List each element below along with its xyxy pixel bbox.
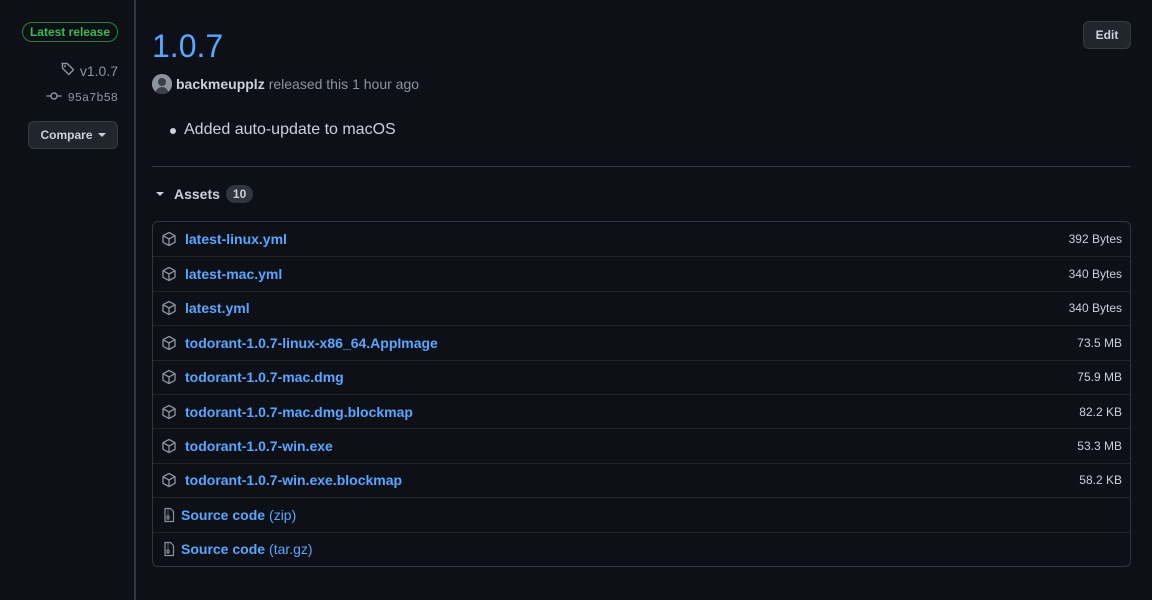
avatar[interactable] <box>152 74 172 94</box>
release-title[interactable]: 1.0.7 <box>152 26 223 66</box>
commit-link[interactable]: 95a7b58 <box>46 88 118 108</box>
tag-icon <box>60 61 76 80</box>
tag-name: v1.0.7 <box>79 62 118 79</box>
asset-link[interactable]: latest-mac.yml <box>185 266 282 282</box>
commit-hash: 95a7b58 <box>67 91 118 105</box>
released-text: released this <box>268 76 349 92</box>
asset-row: latest-mac.yml 340 Bytes <box>153 256 1130 290</box>
asset-row: latest-linux.yml 392 Bytes <box>153 222 1130 256</box>
git-commit-icon <box>46 88 62 108</box>
edit-label: Edit <box>1095 28 1119 42</box>
asset-link[interactable]: todorant-1.0.7-win.exe.blockmap <box>185 472 402 488</box>
source-code-label: Source code <box>181 506 266 523</box>
source-code-row: Source code (tar.gz) <box>153 531 1130 566</box>
source-code-label: Source code <box>181 541 266 558</box>
asset-link[interactable]: todorant-1.0.7-mac.dmg <box>185 369 344 385</box>
package-icon <box>161 231 177 247</box>
asset-link[interactable]: todorant-1.0.7-linux-x86_64.AppImage <box>185 335 438 351</box>
asset-row: todorant-1.0.7-linux-x86_64.AppImage 73.… <box>153 325 1130 359</box>
assets-count-badge: 10 <box>225 185 254 203</box>
package-icon <box>161 404 177 420</box>
package-icon <box>161 472 177 488</box>
author-link[interactable]: backmeupplz <box>176 76 265 92</box>
package-icon <box>161 335 177 351</box>
compare-button[interactable]: Compare <box>28 121 118 149</box>
release-sidebar: Latest release v1.0.7 95a7b58 Compare <box>0 0 136 600</box>
asset-link[interactable]: latest.yml <box>185 300 250 316</box>
tag-link[interactable]: v1.0.7 <box>60 61 118 80</box>
source-code-format: (tar.gz) <box>269 541 313 558</box>
latest-release-badge: Latest release <box>21 22 118 42</box>
asset-size: 340 Bytes <box>1068 267 1122 282</box>
asset-row: todorant-1.0.7-win.exe 53.3 MB <box>153 428 1130 462</box>
asset-link[interactable]: todorant-1.0.7-mac.dmg.blockmap <box>185 404 413 420</box>
source-code-link[interactable]: Source code (zip) <box>181 507 296 523</box>
asset-size: 75.9 MB <box>1077 370 1122 385</box>
source-code-row: Source code (zip) <box>153 497 1130 531</box>
asset-link[interactable]: todorant-1.0.7-win.exe <box>185 438 333 454</box>
package-icon <box>161 266 177 282</box>
asset-row: todorant-1.0.7-win.exe.blockmap 58.2 KB <box>153 462 1130 497</box>
caret-down-icon <box>97 133 106 137</box>
release-notes: Added auto-update to macOS <box>170 121 396 139</box>
asset-row: todorant-1.0.7-mac.dmg 75.9 MB <box>153 359 1130 394</box>
asset-link[interactable]: latest-linux.yml <box>185 231 287 247</box>
source-code-format: (zip) <box>269 506 297 523</box>
asset-row: latest.yml 340 Bytes <box>153 290 1130 325</box>
asset-size: 392 Bytes <box>1068 232 1122 247</box>
edit-button[interactable]: Edit <box>1083 21 1131 49</box>
package-icon <box>161 438 177 454</box>
release-note-item: Added auto-update to macOS <box>170 121 396 138</box>
divider <box>152 166 1131 167</box>
file-zip-icon <box>161 507 177 523</box>
package-icon <box>161 369 177 385</box>
triangle-down-icon <box>156 192 164 196</box>
package-icon <box>161 300 177 316</box>
asset-size: 58.2 KB <box>1079 473 1122 488</box>
asset-size: 73.5 MB <box>1077 335 1122 350</box>
file-zip-icon <box>161 541 177 557</box>
source-code-link[interactable]: Source code (tar.gz) <box>181 541 313 557</box>
assets-list: latest-linux.yml 392 Bytes latest-mac.ym… <box>152 221 1131 567</box>
asset-size: 82.2 KB <box>1079 404 1122 419</box>
release-time: 1 hour ago <box>352 76 420 92</box>
asset-size: 53.3 MB <box>1077 439 1122 454</box>
compare-label: Compare <box>40 128 93 142</box>
assets-toggle[interactable]: Assets 10 <box>152 185 254 203</box>
assets-label: Assets <box>174 186 220 202</box>
asset-row: todorant-1.0.7-mac.dmg.blockmap 82.2 KB <box>153 393 1130 428</box>
asset-size: 340 Bytes <box>1068 301 1122 316</box>
release-author-row: backmeupplz released this 1 hour ago <box>152 74 419 94</box>
